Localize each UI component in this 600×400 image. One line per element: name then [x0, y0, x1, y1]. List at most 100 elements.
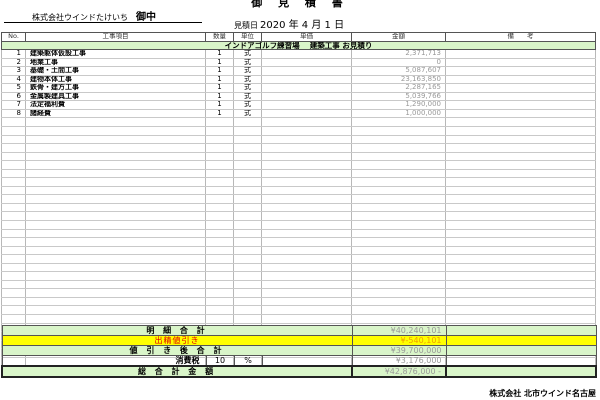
note-cell — [445, 365, 598, 378]
row-unit — [233, 126, 262, 136]
row-unit — [233, 246, 262, 256]
row-item: 法定福利費 — [25, 100, 206, 110]
row-price — [261, 169, 352, 179]
table-header-row: No. 工事項目 数量 単位 単価 金額 備 考 — [1, 32, 596, 42]
empty-row — [1, 211, 596, 221]
row-item — [25, 126, 206, 136]
column-header: 数量 — [205, 32, 234, 42]
row-no — [1, 211, 26, 221]
note-cell — [445, 355, 597, 367]
row-item — [25, 229, 206, 239]
row-item — [25, 211, 206, 221]
row-item — [25, 203, 206, 213]
row-price — [261, 143, 352, 153]
row-unit: 式 — [233, 109, 262, 119]
date-label: 見積日 — [234, 21, 258, 30]
row-item: 諸経費 — [25, 109, 206, 119]
row-item — [25, 152, 206, 162]
row-price — [261, 280, 352, 290]
row-item: 建築躯体仮設工事 — [25, 49, 206, 59]
row-unit — [233, 314, 262, 324]
row-no: 8 — [1, 109, 26, 119]
row-item: 建物本体工事 — [25, 75, 206, 85]
row-no — [1, 246, 26, 256]
row-unit — [233, 177, 262, 187]
row-note — [445, 160, 596, 170]
empty-row — [1, 135, 596, 145]
tax-amount: ¥3,176,000 — [351, 355, 447, 367]
row-item — [25, 237, 206, 247]
row-amount — [351, 126, 446, 136]
tax-unit: % — [233, 355, 263, 367]
row-qty: 1 — [205, 92, 234, 102]
row-unit — [233, 229, 262, 239]
row-note — [445, 49, 596, 59]
row-note — [445, 109, 596, 119]
row-unit — [233, 143, 262, 153]
empty-row — [1, 237, 596, 247]
row-amount — [351, 263, 446, 273]
row-price — [261, 220, 352, 230]
row-note — [445, 66, 596, 76]
row-unit — [233, 280, 262, 290]
row-amount: 2,371,713 — [351, 49, 446, 59]
row-amount: 1,290,000 — [351, 100, 446, 110]
row-no — [1, 143, 26, 153]
row-no: 3 — [1, 66, 26, 76]
row-item — [25, 169, 206, 179]
row-amount — [351, 254, 446, 264]
row-qty: 1 — [205, 66, 234, 76]
row-price — [261, 117, 352, 127]
row-qty — [205, 194, 234, 204]
row-note — [445, 75, 596, 85]
table-row: 4 建物本体工事 1 式 23,163,850 — [1, 75, 596, 85]
row-no: 2 — [1, 58, 26, 68]
discount-row: 出精値引き ¥-540,101 — [1, 335, 597, 346]
row-qty — [205, 314, 234, 324]
row-amount — [351, 211, 446, 221]
empty-row — [1, 246, 596, 256]
empty-row — [1, 263, 596, 273]
empty-row — [1, 297, 596, 307]
row-note — [445, 263, 596, 273]
row-price — [261, 194, 352, 204]
row-no — [1, 288, 26, 298]
row-amount: 1,000,000 — [351, 109, 446, 119]
row-unit — [233, 186, 262, 196]
row-no — [1, 229, 26, 239]
row-unit: 式 — [233, 75, 262, 85]
row-unit — [233, 203, 262, 213]
row-amount — [351, 203, 446, 213]
row-note — [445, 117, 596, 127]
row-note — [445, 220, 596, 230]
row-qty — [205, 169, 234, 179]
empty-row — [1, 186, 596, 196]
row-unit — [233, 220, 262, 230]
row-item — [25, 305, 206, 315]
row-price — [261, 246, 352, 256]
table-row: 5 鉄骨・建方工事 1 式 2,287,165 — [1, 83, 596, 93]
row-no — [1, 203, 26, 213]
row-qty — [205, 288, 234, 298]
issuer-company: 株式会社 北市ウインド名古屋 — [489, 389, 596, 398]
column-header: 金額 — [351, 32, 446, 42]
row-note — [445, 100, 596, 110]
row-item — [25, 246, 206, 256]
row-price — [261, 237, 352, 247]
row-item — [25, 117, 206, 127]
row-amount — [351, 117, 446, 127]
row-item — [25, 288, 206, 298]
detail-total-label: 明 細 合 計 — [1, 325, 353, 336]
row-unit — [233, 305, 262, 315]
row-note — [445, 297, 596, 307]
row-amount — [351, 220, 446, 230]
row-qty: 1 — [205, 109, 234, 119]
row-price — [261, 109, 352, 119]
row-item — [25, 254, 206, 264]
row-price — [261, 58, 352, 68]
table-row: 6 金属製建具工事 1 式 5,039,766 — [1, 92, 596, 102]
row-unit — [233, 297, 262, 307]
row-amount — [351, 152, 446, 162]
row-no — [1, 280, 26, 290]
column-header: 単価 — [261, 32, 352, 42]
